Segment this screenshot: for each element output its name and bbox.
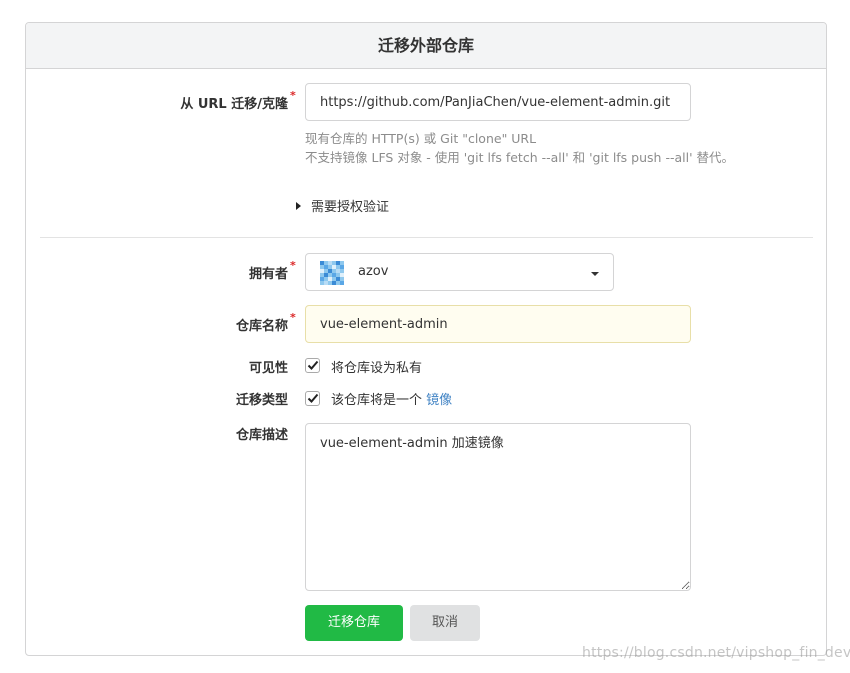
auth-toggle[interactable]: 需要授权验证 (296, 196, 389, 215)
private-checkbox-label: 将仓库设为私有 (331, 361, 423, 376)
description-textarea[interactable]: vue-element-admin 加速镜像 (305, 423, 691, 591)
clone-url-help-line1: 现有仓库的 HTTP(s) 或 Git "clone" URL (305, 131, 537, 146)
visibility-label: 可见性 (248, 361, 288, 376)
clone-url-label: 从 URL 迁移/克隆 * (180, 89, 296, 112)
cancel-button[interactable]: 取消 (410, 605, 480, 641)
required-mark: * (290, 89, 296, 102)
dropdown-caret-icon (591, 272, 599, 276)
owner-label: 拥有者 * (248, 259, 296, 282)
required-mark: * (290, 259, 296, 272)
page-title: 迁移外部仓库 (26, 23, 826, 69)
caret-right-icon (296, 202, 301, 210)
migration-type-label: 迁移类型 (235, 393, 288, 408)
watermark: https://blog.csdn.net/vipshop_fin_dev (582, 645, 850, 661)
checkmark-icon (307, 360, 319, 370)
clone-url-help: 现有仓库的 HTTP(s) 或 Git "clone" URL 不支持镜像 LF… (305, 129, 734, 167)
owner-value: azov (358, 264, 389, 279)
repo-name-input[interactable] (305, 305, 691, 343)
repo-name-label: 仓库名称 * (235, 311, 296, 334)
required-mark: * (290, 311, 296, 324)
migrate-button[interactable]: 迁移仓库 (305, 605, 403, 641)
avatar (320, 261, 344, 285)
clone-url-input[interactable] (305, 83, 691, 121)
auth-toggle-label: 需要授权验证 (311, 200, 390, 215)
mirror-link[interactable]: 镜像 (426, 393, 452, 408)
divider (40, 237, 813, 238)
private-checkbox[interactable] (305, 358, 320, 373)
clone-url-help-line2: 不支持镜像 LFS 对象 - 使用 'git lfs fetch --all' … (305, 150, 734, 165)
checkmark-icon (307, 393, 319, 403)
mirror-checkbox-label: 该仓库将是一个 镜像 (331, 393, 453, 408)
description-label: 仓库描述 (235, 428, 288, 443)
mirror-checkbox[interactable] (305, 391, 320, 406)
owner-dropdown[interactable]: azov (305, 253, 614, 291)
